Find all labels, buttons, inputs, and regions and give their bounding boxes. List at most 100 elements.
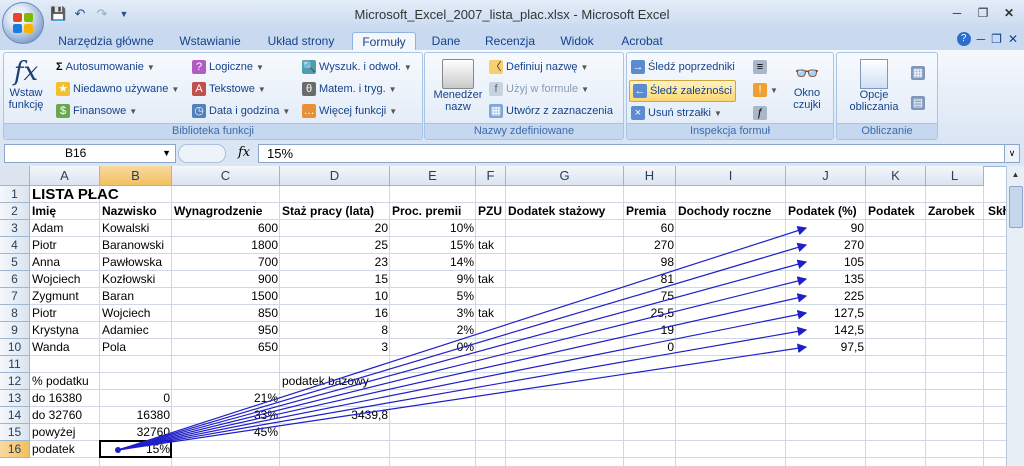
star-icon: ★ xyxy=(56,82,70,96)
restore-workbook-icon[interactable]: ❐ xyxy=(991,32,1002,46)
show-formulas-icon: ≡ xyxy=(753,60,767,74)
ribbon-tabs: Narzędzia główne Wstawianie Układ strony… xyxy=(0,30,1024,51)
remove-arrows-icon: × xyxy=(631,106,645,120)
formula-bar: B16 ▼ fx 15% ∨ xyxy=(0,140,1024,167)
use-in-formula-button[interactable]: f Użyj w formule ▼ xyxy=(489,79,589,99)
name-manager-icon xyxy=(442,59,474,89)
logical-button[interactable]: ? Logiczne ▼ xyxy=(192,57,264,77)
tab-data[interactable]: Dane xyxy=(424,32,468,50)
remove-arrows-button[interactable]: × Usuń strzałki ▼ xyxy=(631,103,722,123)
book-icon: θ xyxy=(302,82,316,96)
insert-function-label: Wstaw funkcję xyxy=(8,87,44,111)
group-label-defined-names: Nazwy zdefiniowane xyxy=(425,123,623,139)
book-icon: $ xyxy=(56,104,70,118)
book-icon: ◷ xyxy=(192,104,206,118)
trace-dependents-icon: ← xyxy=(633,84,647,98)
trace-dependents-button[interactable]: ← Śledź zależności xyxy=(629,80,736,102)
trace-arrow[interactable] xyxy=(117,276,808,451)
tag-icon: 〈 xyxy=(489,60,503,74)
restore-icon[interactable]: ❐ xyxy=(972,4,994,22)
calculate-sheet-button[interactable]: ▤ xyxy=(911,93,925,113)
minimize-workbook-icon[interactable]: ─ xyxy=(977,32,986,46)
group-label-function-library: Biblioteka funkcji xyxy=(4,123,422,139)
expand-formula-bar-icon[interactable]: ∨ xyxy=(1004,144,1020,163)
ribbon-help-controls: ? ─ ❐ ✕ xyxy=(956,32,1018,46)
scroll-up-icon[interactable]: ▲ xyxy=(1007,166,1024,184)
calculator-icon: ▦ xyxy=(911,66,925,80)
trace-arrow-origin xyxy=(115,447,121,453)
calculator-icon: ▤ xyxy=(911,96,925,110)
book-icon: A xyxy=(192,82,206,96)
define-name-button[interactable]: 〈 Definiuj nazwę ▼ xyxy=(489,57,588,77)
help-icon[interactable]: ? xyxy=(956,32,971,46)
trace-precedents-button[interactable]: → Śledź poprzedniki xyxy=(631,57,735,77)
name-box-value: B16 xyxy=(65,146,87,160)
title-bar: 💾 ↶ ↷ ▼ Microsoft_Excel_2007_lista_plac.… xyxy=(0,0,1024,44)
close-icon[interactable]: ✕ xyxy=(998,4,1020,22)
book-icon: … xyxy=(302,104,316,118)
vertical-scrollbar[interactable]: ▲ xyxy=(1006,166,1024,466)
trace-arrow[interactable] xyxy=(117,259,808,451)
trace-dependents-arrows xyxy=(115,226,808,453)
watch-window-label: Okno czujki xyxy=(793,87,821,111)
formula-bar-resize-handle[interactable] xyxy=(178,144,226,163)
glasses-icon: 👓 xyxy=(794,63,820,85)
create-from-selection-button[interactable]: ▦ Utwórz z zaznaczenia xyxy=(489,101,613,121)
close-workbook-icon[interactable]: ✕ xyxy=(1008,32,1018,46)
name-box[interactable]: B16 ▼ xyxy=(4,144,176,163)
group-formula-auditing: → Śledź poprzedniki ← Śledź zależności × Us… xyxy=(626,52,834,140)
minimize-icon[interactable]: ─ xyxy=(946,4,968,22)
tab-view[interactable]: Widok xyxy=(552,32,602,50)
calculation-options-button[interactable]: Opcje obliczania xyxy=(839,57,909,119)
tab-home[interactable]: Narzędzia główne xyxy=(52,32,160,50)
error-checking-button[interactable]: ! ▼ xyxy=(753,80,778,100)
book-icon: 🔍 xyxy=(302,60,316,74)
trace-arrow[interactable] xyxy=(117,309,808,451)
formula-input[interactable]: 15% xyxy=(258,144,1012,163)
tab-page-layout[interactable]: Układ strony xyxy=(260,32,342,50)
tab-acrobat[interactable]: Acrobat xyxy=(612,32,672,50)
tab-insert[interactable]: Wstawianie xyxy=(170,32,250,50)
lookup-reference-button[interactable]: 🔍 Wyszuk. i odwoł. ▼ xyxy=(302,57,412,77)
trace-arrow[interactable] xyxy=(117,293,808,451)
window-controls: ─ ❐ ✕ xyxy=(946,4,1020,22)
recently-used-button[interactable]: ★ Niedawno używane ▼ xyxy=(56,79,179,99)
group-label-formula-auditing: Inspekcja formuł xyxy=(627,123,833,139)
trace-arrow[interactable] xyxy=(117,226,808,451)
ribbon: fx Wstaw funkcję Σ Autosumowanie ▼ ★ Niedaw… xyxy=(0,50,1024,141)
name-manager-button[interactable]: Menedżer nazw xyxy=(429,57,487,119)
trace-precedents-icon: → xyxy=(631,60,645,74)
show-formulas-button[interactable]: ≡ xyxy=(753,57,767,77)
trace-arrow[interactable] xyxy=(117,343,808,451)
watch-window-button[interactable]: 👓 Okno czujki xyxy=(785,57,829,119)
insert-function-fx-icon[interactable]: fx xyxy=(238,145,250,160)
insert-function-button[interactable]: fx Wstaw funkcję xyxy=(6,57,46,119)
scroll-thumb[interactable] xyxy=(1009,186,1023,228)
calculator-sheet-icon xyxy=(860,59,888,89)
office-logo-icon xyxy=(13,13,33,33)
evaluate-formula-icon: ƒ xyxy=(753,106,767,120)
group-label-calculation: Obliczanie xyxy=(837,123,937,139)
calculation-options-label: Opcje obliczania xyxy=(849,89,899,113)
calculate-now-button[interactable]: ▦ xyxy=(911,63,925,83)
math-trig-button[interactable]: θ Matem. i tryg. ▼ xyxy=(302,79,397,99)
text-button[interactable]: A Tekstowe ▼ xyxy=(192,79,266,99)
date-time-button[interactable]: ◷ Data i godzina ▼ xyxy=(192,101,290,121)
grid-icon: ▦ xyxy=(489,104,503,118)
worksheet-grid[interactable]: ABCDEFGHIJKL 1 2 3 4 5 6 7 8 9 10 11 12 13 14 15 16 LIS… xyxy=(0,166,1024,466)
group-calculation: Opcje obliczania ▦ ▤ Obliczanie xyxy=(836,52,938,140)
more-functions-button[interactable]: … Więcej funkcji ▼ xyxy=(302,101,397,121)
book-icon: ? xyxy=(192,60,206,74)
tab-formulas[interactable]: Formuły xyxy=(352,32,416,51)
group-function-library: fx Wstaw funkcję Σ Autosumowanie ▼ ★ Niedaw… xyxy=(3,52,423,140)
office-button[interactable] xyxy=(2,2,44,44)
formula-icon: f xyxy=(489,82,503,96)
name-manager-label: Menedżer nazw xyxy=(433,89,483,113)
fx-icon: fx xyxy=(13,57,39,87)
window-title: Microsoft_Excel_2007_lista_plac.xlsx - M… xyxy=(354,7,670,22)
autosum-button[interactable]: Σ Autosumowanie ▼ xyxy=(56,57,155,77)
tab-review[interactable]: Recenzja xyxy=(478,32,542,50)
chevron-down-icon[interactable]: ▼ xyxy=(162,145,171,162)
financial-button[interactable]: $ Finansowe ▼ xyxy=(56,101,137,121)
evaluate-formula-button[interactable]: ƒ xyxy=(753,103,767,123)
